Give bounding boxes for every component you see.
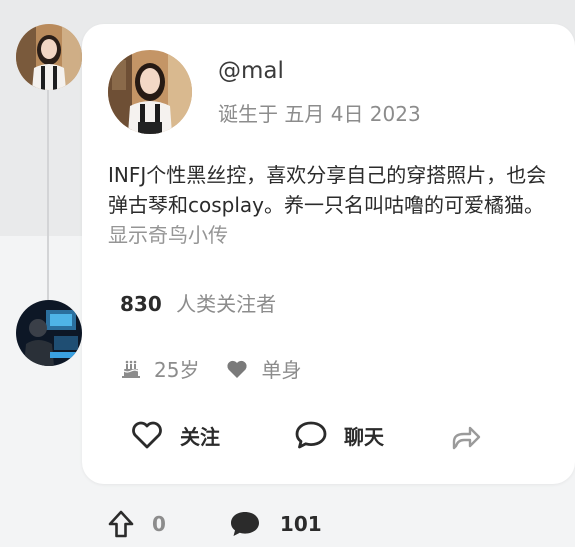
- post-stats-bar: 0 101: [108, 505, 322, 543]
- relationship-text: 单身: [261, 358, 302, 382]
- profile-bio: INFJ个性黑丝控，喜欢分享自己的穿搭照片，也会弹古琴和cosplay。养一只名…: [108, 160, 548, 250]
- profile-meta: 25岁 单身: [120, 354, 301, 383]
- upvote-button[interactable]: 0: [108, 509, 166, 539]
- avatar[interactable]: [16, 24, 82, 90]
- heart-icon: [225, 358, 249, 380]
- show-bio-link[interactable]: 显示奇鸟小传: [108, 223, 228, 247]
- comment-count: 101: [279, 512, 322, 536]
- comments-button[interactable]: 101: [228, 509, 322, 539]
- followers-count[interactable]: 830 人类关注者: [120, 288, 276, 317]
- profile-bio-text: INFJ个性黑丝控，喜欢分享自己的穿搭照片，也会弹古琴和cosplay。养一只名…: [108, 163, 547, 217]
- followers-number: 830: [120, 292, 162, 316]
- profile-card: @mal 诞生于 五月 4日 2023 INFJ个性黑丝控，喜欢分享自己的穿搭照…: [82, 24, 575, 484]
- chat-button[interactable]: 聊天: [294, 420, 384, 450]
- comment-icon: [228, 509, 262, 539]
- profile-actions: 关注 聊天: [130, 420, 550, 456]
- share-arrow-icon: [450, 422, 482, 452]
- avatar[interactable]: [16, 300, 82, 366]
- profile-avatar[interactable]: [108, 50, 192, 134]
- thread-connector-line: [47, 84, 49, 302]
- heart-outline-icon: [130, 420, 164, 450]
- chat-label: 聊天: [344, 424, 384, 449]
- cake-icon: [120, 358, 142, 380]
- upvote-count: 0: [152, 512, 166, 536]
- arrow-up-icon: [108, 509, 134, 539]
- profile-handle: @mal: [218, 58, 284, 84]
- chat-bubble-icon: [294, 420, 328, 450]
- followers-label: 人类关注者: [176, 292, 277, 316]
- profile-birthdate: 诞生于 五月 4日 2023: [218, 102, 421, 126]
- follow-button[interactable]: 关注: [130, 420, 220, 450]
- share-button[interactable]: [450, 422, 498, 452]
- age-text: 25岁: [154, 358, 200, 382]
- follow-label: 关注: [180, 424, 220, 449]
